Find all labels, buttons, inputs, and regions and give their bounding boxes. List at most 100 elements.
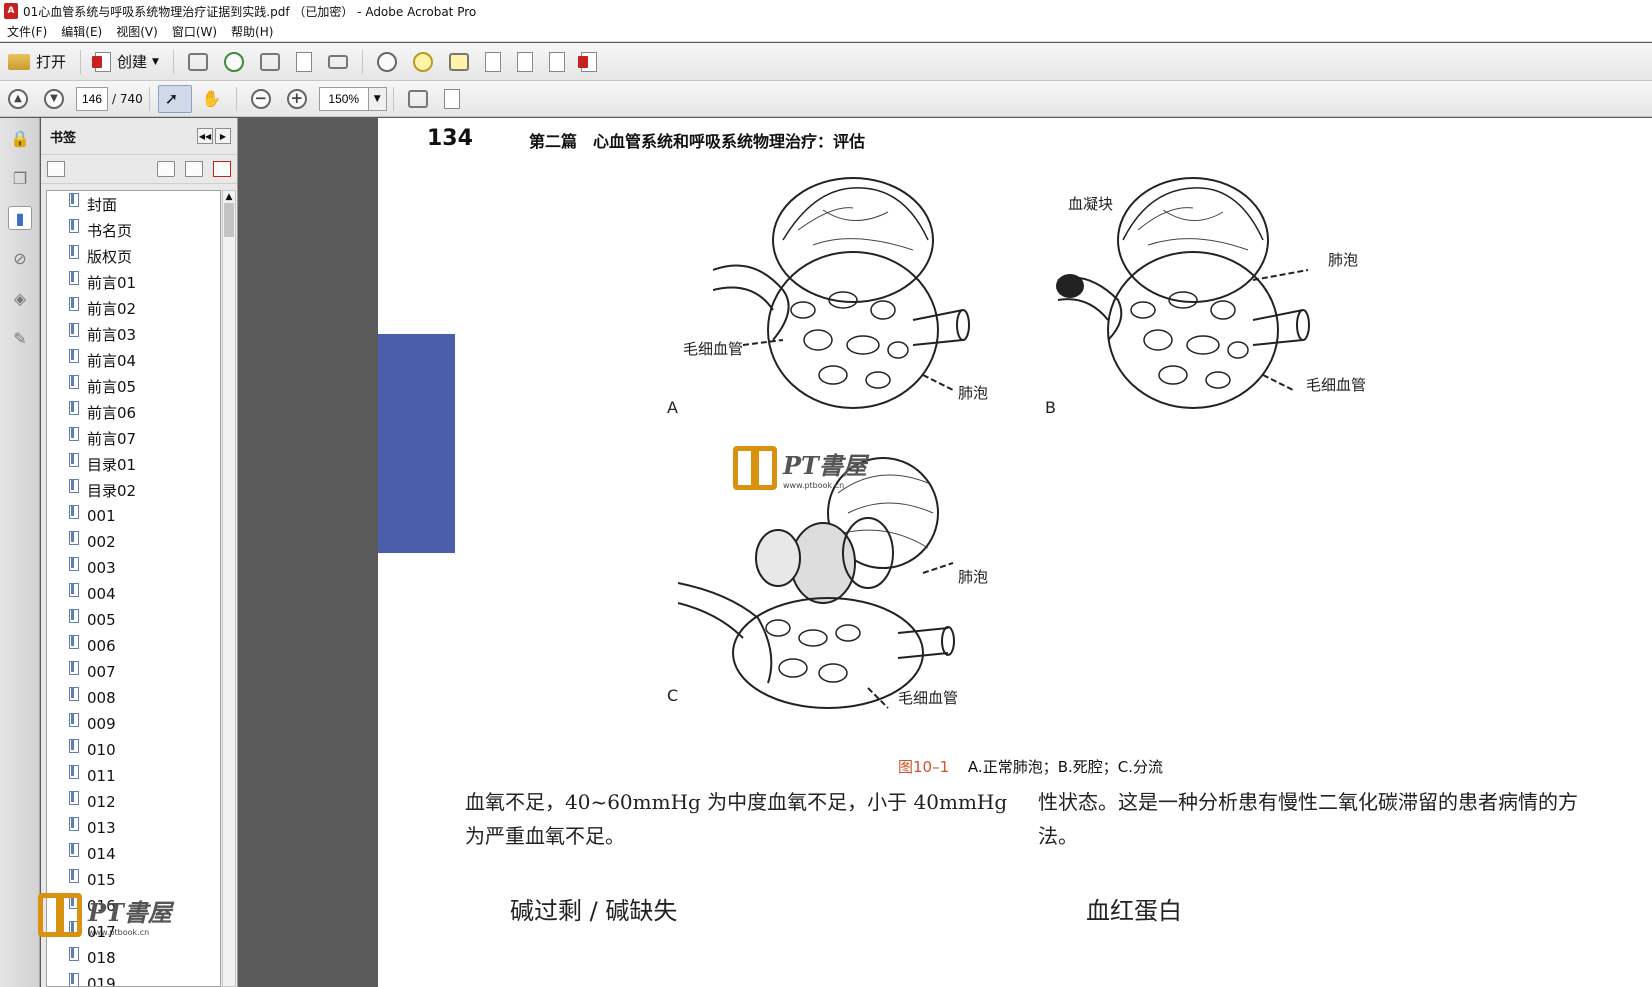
new-bookmark-icon[interactable] [185,161,203,177]
chevron-down-icon[interactable]: ▼ [367,87,386,110]
bookmark-item[interactable]: 前言06 [47,399,220,425]
export-button[interactable] [543,48,571,76]
bookmark-page-icon [69,713,79,727]
figure-a-alveolus-label: 肺泡 [958,384,989,402]
bookmark-page-icon [69,401,79,415]
acrobat-logo-icon: A [4,3,18,19]
bookmark-item[interactable]: 前言03 [47,321,220,347]
menu-bar: 文件(F) 编辑(E) 视图(V) 窗口(W) 帮助(H) [0,22,1652,42]
prev-page-button[interactable] [2,85,34,113]
document-sign-icon [577,51,597,72]
bookmark-item[interactable]: 版权页 [47,243,220,269]
bookmark-label: 004 [87,585,116,603]
highlight-button[interactable] [443,48,475,76]
bookmark-page-icon [69,609,79,623]
layers-icon[interactable]: ◈ [8,286,32,310]
menu-file[interactable]: 文件(F) [0,23,54,40]
bookmark-item[interactable]: 002 [47,529,220,555]
bookmark-item[interactable]: 目录01 [47,451,220,477]
bookmark-item[interactable]: 012 [47,789,220,815]
acrobat-window: A 01心血管系统与呼吸系统物理治疗证据到实践.pdf （已加密） - Adob… [0,0,1652,987]
bookmark-label: 002 [87,533,116,551]
settings-button[interactable] [371,48,403,76]
bookmark-properties-icon[interactable] [213,161,231,177]
bookmark-item[interactable]: 019 [47,971,220,986]
bookmark-item[interactable]: 前言05 [47,373,220,399]
bookmarks-scrollbar[interactable]: ▲ [222,190,236,987]
bookmark-item[interactable]: 前言02 [47,295,220,321]
cursor-arrow-icon: ➚ [164,88,179,108]
bookmark-page-icon [69,505,79,519]
bookmark-item[interactable]: 前言04 [47,347,220,373]
zoom-in-button[interactable] [281,85,313,113]
bookmark-item[interactable]: 008 [47,685,220,711]
bookmark-item[interactable]: 003 [47,555,220,581]
fit-page-button[interactable] [438,85,466,113]
menu-view[interactable]: 视图(V) [109,23,165,40]
bookmark-label: 前言07 [87,429,137,448]
pages-button[interactable] [511,48,539,76]
sign-button[interactable] [575,48,603,76]
bookmark-item[interactable]: 009 [47,711,220,737]
trash-icon[interactable] [157,161,175,177]
bookmark-item[interactable]: 书名页 [47,217,220,243]
create-button[interactable]: 创建 ▼ [89,48,165,76]
section-heading-base-excess: 碱过剩 / 碱缺失 [510,897,678,925]
menu-window[interactable]: 窗口(W) [165,23,224,40]
figure-b-clot-label: 血凝块 [1068,195,1114,213]
bookmark-item[interactable]: 004 [47,581,220,607]
bookmark-item[interactable]: 前言01 [47,269,220,295]
fit-width-button[interactable] [402,85,434,113]
bookmark-item[interactable]: 目录02 [47,477,220,503]
bookmark-item[interactable]: 013 [47,815,220,841]
bookmark-item[interactable]: 010 [47,737,220,763]
bookmark-item[interactable]: 005 [47,607,220,633]
bookmark-item[interactable]: 006 [47,633,220,659]
gear-icon [376,51,397,72]
page-number: 134 [427,126,473,151]
print-button[interactable] [254,48,286,76]
bookmark-item[interactable]: 前言07 [47,425,220,451]
bookmark-item[interactable]: 014 [47,841,220,867]
bookmark-item[interactable]: 007 [47,659,220,685]
document-area[interactable]: 134 第二篇 心血管系统和呼吸系统物理治疗：评估 毛细血管 肺泡 A 血凝块 … [239,118,1652,987]
menu-edit[interactable]: 编辑(E) [54,23,109,40]
zoom-input[interactable] [319,91,368,106]
chevron-down-icon: ▼ [152,56,159,67]
bookmark-page-icon [69,635,79,649]
bookmark-label: 前言03 [87,325,137,344]
bookmark-item[interactable]: 018 [47,945,220,971]
bookmark-item[interactable]: 015 [47,867,220,893]
bookmark-label: 011 [87,767,116,785]
toolbar-separator [392,86,394,111]
main-toolbar: 打开 创建 ▼ [0,43,1652,81]
options-menu-icon[interactable] [47,161,65,177]
select-tool-button[interactable]: ➚ [157,84,192,113]
bookmark-item[interactable]: 封面 [47,191,220,217]
save-button[interactable] [182,48,214,76]
edit-button[interactable] [290,48,318,76]
zoom-select[interactable]: ▼ [318,86,387,111]
comment-button[interactable] [407,48,439,76]
upload-button[interactable] [218,48,250,76]
menu-help[interactable]: 帮助(H) [224,23,280,40]
signature-icon[interactable]: ✎ [8,326,32,350]
email-button[interactable] [322,48,354,76]
paperclip-icon[interactable]: ⊘ [8,246,32,270]
page-thumbnails-icon[interactable]: ❐ [8,166,32,190]
lock-icon[interactable]: 🔒 [8,126,32,150]
scrollbar-thumb[interactable] [224,203,234,237]
collapse-panel-icon[interactable]: ◀◀ [197,128,213,144]
hand-tool-button[interactable]: ✋ [196,85,228,113]
open-button[interactable]: 打开 [2,48,72,76]
next-page-button[interactable] [38,85,70,113]
panel-menu-icon[interactable]: ▶ [215,128,231,144]
envelope-icon [327,54,348,69]
bookmark-icon[interactable]: ▮ [8,206,32,230]
page-number-input[interactable] [76,86,108,111]
bookmark-item[interactable]: 011 [47,763,220,789]
bookmark-item[interactable]: 001 [47,503,220,529]
zoom-out-button[interactable] [245,85,277,113]
compare-button[interactable] [479,48,507,76]
scroll-up-icon[interactable]: ▲ [223,191,235,203]
